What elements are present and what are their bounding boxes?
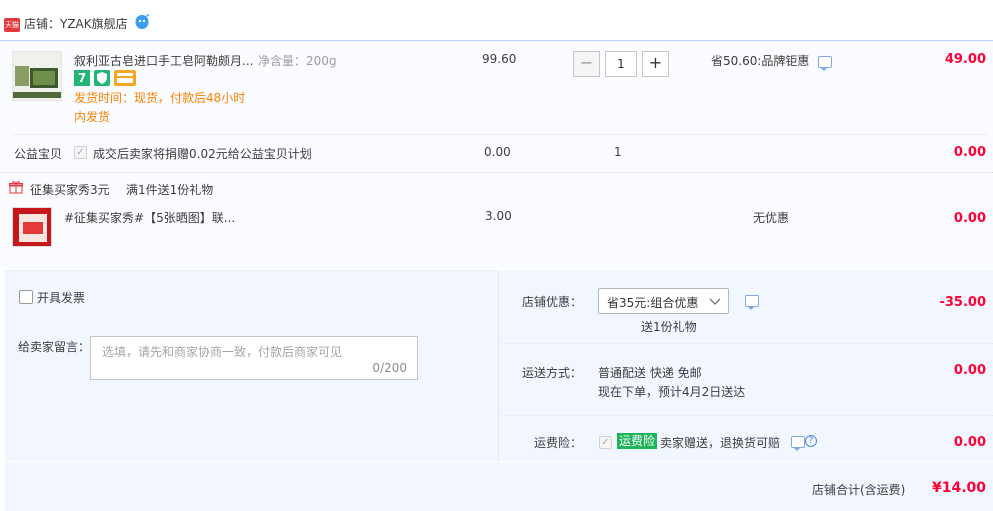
message-label: 给卖家留言：	[18, 340, 91, 354]
shop-header: 天猫 店铺：YZAK旗舰店	[0, 0, 993, 40]
invoice-label[interactable]: 开具发票	[37, 289, 85, 306]
charity-quantity: 1	[614, 145, 622, 159]
charity-checkbox: ✓	[74, 146, 87, 159]
shop-discount-info-icon[interactable]	[745, 295, 759, 310]
wangwang-chat-icon[interactable]	[134, 14, 150, 30]
shop-discount-selected: 省35元:组合优惠	[607, 296, 699, 310]
shop-discount-select[interactable]: 省35元:组合优惠	[598, 288, 729, 314]
charity-label: 公益宝贝	[14, 147, 63, 161]
item-discount: 省50.60:品牌钜惠	[711, 54, 810, 68]
shop-discount-amount: -35.00	[939, 295, 986, 310]
shipping-amount: 0.00	[953, 363, 986, 378]
guarantee-icon	[94, 70, 110, 86]
shipping-eta: 现在下单，预计4月2日送达	[598, 385, 746, 399]
shipping-method: 普通配送 快递 免邮	[598, 366, 702, 380]
shipping-label: 运送方式：	[522, 366, 583, 380]
divider	[12, 134, 987, 135]
invoice-checkbox[interactable]	[19, 290, 33, 304]
message-placeholder: 选填，请先和商家协商一致，付款后商家可见	[102, 345, 343, 359]
credit-card-icon	[114, 70, 136, 86]
insurance-info-icon[interactable]	[791, 436, 805, 451]
charity-price: 0.00	[484, 145, 511, 159]
insurance-badge: 运费险	[617, 433, 658, 449]
seller-message-input[interactable]: 选填，请先和商家协商一致，付款后商家可见 0/200	[90, 336, 418, 380]
insurance-amount: 0.00	[953, 435, 986, 450]
shop-discount-sub: 送1份礼物	[641, 320, 697, 334]
shop-discount-label: 店铺优惠：	[522, 295, 583, 309]
gift-image-icon	[13, 208, 51, 246]
charity-text: 成交后卖家将捐赠0.02元给公益宝贝计划	[93, 147, 312, 161]
product-thumbnail[interactable]	[12, 51, 62, 101]
message-counter: 0/200	[372, 361, 407, 375]
item-total: 49.00	[944, 52, 986, 67]
divider	[498, 343, 993, 344]
gift-thumbnail[interactable]	[12, 207, 52, 247]
gift-campaign-desc: 满1件送1份礼物	[126, 183, 214, 197]
insurance-label: 运费险：	[534, 436, 583, 450]
gift-price: 3.00	[485, 209, 512, 223]
insurance-checkbox: ✓	[599, 436, 612, 449]
divider	[498, 415, 993, 416]
gift-campaign-title: 征集买家秀3元	[30, 183, 110, 197]
product-spec: 净含量：200g	[258, 54, 337, 68]
quantity-stepper: − 1 +	[573, 51, 669, 77]
shipping-time-cont: 内发货	[74, 110, 111, 124]
charity-total: 0.00	[953, 145, 986, 160]
quantity-input[interactable]: 1	[605, 51, 637, 77]
help-icon[interactable]: ?	[805, 435, 817, 447]
gift-title[interactable]: #征集买家秀#【5张晒图】联...	[64, 209, 235, 226]
decrease-button[interactable]: −	[573, 51, 600, 77]
product-image-icon	[13, 52, 61, 100]
shipping-time: 发货时间：现货，付款后48小时	[74, 91, 246, 105]
gift-total: 0.00	[953, 211, 986, 226]
tmall-badge: 天猫	[4, 18, 20, 32]
divider	[0, 172, 993, 173]
shop-total-label: 店铺合计(含运费)	[812, 483, 906, 497]
insurance-desc: 卖家赠送，退换货可赔	[660, 436, 781, 450]
shop-total-amount: ¥14.00	[931, 480, 986, 496]
unit-price: 99.60	[482, 52, 517, 66]
gift-icon	[9, 181, 23, 194]
chevron-down-icon	[709, 298, 721, 305]
service-badges: 7	[74, 70, 138, 86]
increase-button[interactable]: +	[642, 51, 669, 77]
gift-discount: 无优惠	[753, 211, 790, 225]
product-title[interactable]: 叙利亚古皂进口手工皂阿勒颇月...	[74, 52, 253, 69]
shop-name[interactable]: 店铺：YZAK旗舰店	[24, 15, 128, 32]
discount-info-icon[interactable]	[818, 56, 832, 71]
seven-day-return-icon: 7	[74, 70, 90, 86]
